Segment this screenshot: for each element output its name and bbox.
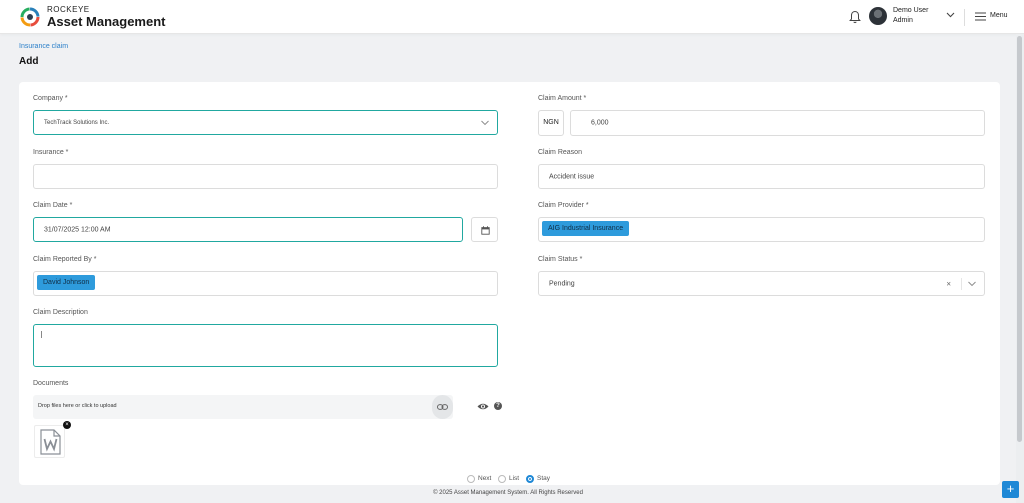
claim-date-input[interactable]: 31/07/2025 12:00 AM: [33, 217, 463, 242]
top-bar: ROCKEYE Asset Management Demo User Admin…: [0, 0, 1024, 34]
avatar[interactable]: [869, 7, 887, 25]
page-title: Add: [19, 56, 39, 67]
text-caret: [41, 331, 42, 338]
claim-status-label: Claim Status *: [538, 256, 583, 263]
claim-reason-input[interactable]: Accident issue: [538, 164, 985, 189]
claim-date-label: Claim Date *: [33, 202, 73, 209]
footer-copyright: © 2025 Asset Management System. All Righ…: [433, 490, 583, 496]
currency-badge: NGN: [538, 110, 564, 136]
claim-reported-by-tag[interactable]: David Johnson: [37, 275, 96, 290]
add-button[interactable]: +: [1002, 481, 1019, 498]
word-file-icon: [40, 429, 61, 455]
claim-status-value: Pending: [549, 280, 575, 287]
dropzone-text: Drop files here or click to upload: [38, 403, 117, 409]
claim-amount-label: Claim Amount *: [538, 95, 587, 102]
claim-reason-value: Accident issue: [549, 173, 595, 180]
chevron-down-icon[interactable]: [946, 12, 955, 18]
menu-button[interactable]: Menu: [990, 12, 1008, 19]
claim-amount-value: 6,000: [591, 119, 609, 127]
company-value: TechTrack Solutions Inc.: [44, 119, 110, 126]
radio-list[interactable]: [498, 475, 506, 483]
bell-icon[interactable]: [849, 10, 861, 24]
select-divider: [961, 278, 962, 290]
claim-status-select[interactable]: Pending ×: [538, 271, 985, 296]
claim-provider-tag[interactable]: AIG Industrial Insurance: [542, 221, 630, 236]
header-divider: [964, 9, 965, 26]
claim-provider-select[interactable]: AIG Industrial Insurance: [538, 217, 985, 242]
company-label: Company *: [33, 95, 68, 102]
chevron-down-icon: [481, 120, 489, 125]
documents-label: Documents: [33, 380, 69, 387]
eye-icon[interactable]: [477, 402, 489, 411]
brand-subtitle: ROCKEYE: [47, 5, 90, 14]
company-select[interactable]: TechTrack Solutions Inc.: [33, 110, 498, 135]
scrollbar-thumb[interactable]: [1017, 36, 1022, 442]
file-dropzone[interactable]: Drop files here or click to upload: [33, 395, 453, 419]
breadcrumb[interactable]: Insurance claim: [19, 43, 68, 50]
chevron-down-icon[interactable]: [968, 281, 976, 286]
calendar-button[interactable]: [471, 217, 498, 242]
radio-next[interactable]: [467, 475, 475, 483]
insurance-label: Insurance *: [33, 149, 69, 156]
hamburger-menu-icon[interactable]: [975, 12, 986, 21]
radio-stay-label[interactable]: Stay: [537, 475, 550, 484]
clear-selection-icon[interactable]: ×: [946, 279, 951, 288]
claim-date-value: 31/07/2025 12:00 AM: [44, 226, 111, 233]
claim-description-label: Claim Description: [33, 309, 88, 316]
claim-amount-input[interactable]: 6,000: [570, 110, 985, 136]
radio-stay[interactable]: [526, 475, 534, 483]
brand-title: Asset Management: [47, 14, 166, 29]
claim-description-textarea[interactable]: [33, 324, 498, 367]
help-icon[interactable]: ?: [494, 402, 502, 410]
user-name[interactable]: Demo User: [893, 7, 928, 14]
rockeye-logo-icon[interactable]: [19, 6, 41, 28]
insurance-field[interactable]: [33, 164, 498, 189]
radio-next-label[interactable]: Next: [478, 475, 491, 484]
calendar-icon: [481, 226, 490, 235]
claim-provider-label: Claim Provider *: [538, 202, 589, 209]
remove-document-button[interactable]: ×: [63, 421, 71, 429]
word-document-thumbnail[interactable]: [34, 425, 65, 458]
user-role: Admin: [893, 17, 913, 24]
claim-reported-by-select[interactable]: David Johnson: [33, 271, 498, 296]
claim-reported-by-label: Claim Reported By *: [33, 256, 97, 263]
radio-list-label[interactable]: List: [509, 475, 519, 484]
attach-link-button[interactable]: [432, 395, 453, 419]
claim-reason-label: Claim Reason: [538, 149, 582, 156]
link-icon: [437, 404, 448, 410]
